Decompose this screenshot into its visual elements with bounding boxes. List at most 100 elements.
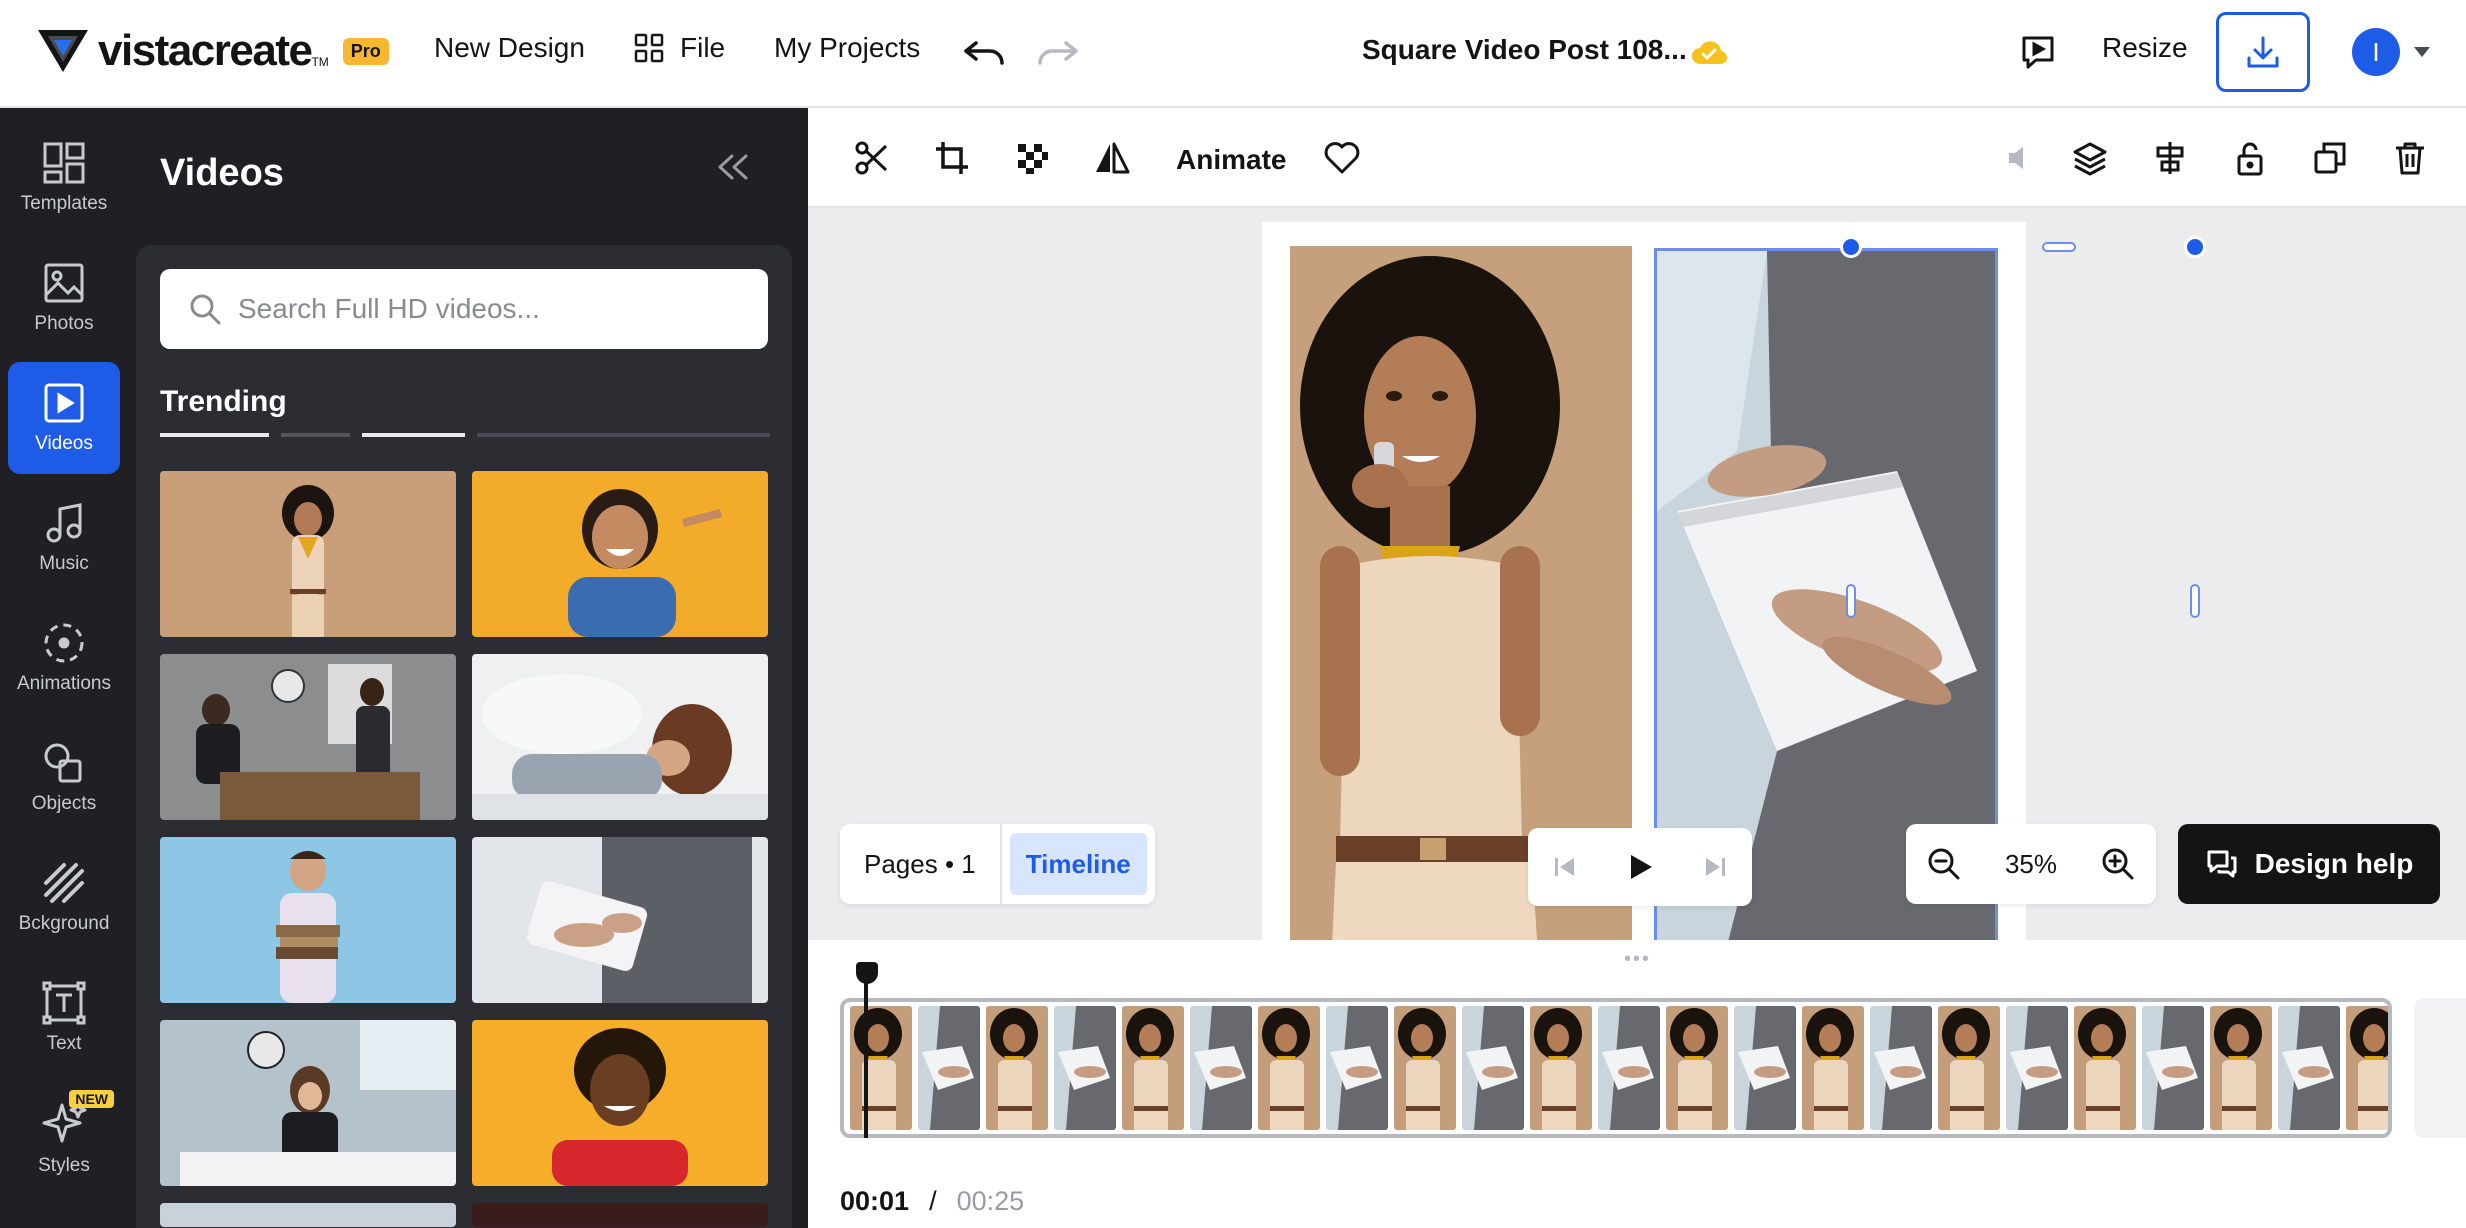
- resize-handle-top-left[interactable]: [1840, 236, 1862, 258]
- double-chevron-left-icon: [718, 154, 748, 180]
- preview-button[interactable]: [2018, 32, 2058, 72]
- redo-icon: [1038, 41, 1078, 65]
- design-help-button[interactable]: Design help: [2178, 824, 2440, 904]
- previous-row-edge: [160, 433, 770, 439]
- document-title[interactable]: Square Video Post 108...: [1362, 34, 1687, 66]
- zoom-out-icon[interactable]: [1926, 846, 1962, 882]
- resize-handle-right[interactable]: [2190, 584, 2200, 618]
- download-button[interactable]: [2216, 12, 2310, 92]
- timeline-resize-grip[interactable]: •••: [1624, 948, 1651, 971]
- skip-forward-icon[interactable]: [1702, 854, 1728, 880]
- video-thumbnail[interactable]: [472, 1020, 768, 1186]
- align-icon: [2156, 142, 2184, 174]
- resize-handle-top[interactable]: [2042, 242, 2076, 252]
- timeline-frame: [2346, 1006, 2388, 1130]
- rail-item-music[interactable]: Music: [8, 482, 120, 594]
- avatar[interactable]: I: [2352, 28, 2400, 76]
- timeline-panel: ••• 00:01 / 00:25: [808, 940, 2466, 1228]
- redo-button[interactable]: [1034, 36, 1082, 72]
- cloud-saved-icon: [1690, 36, 1728, 68]
- timeline-frame: [2006, 1006, 2068, 1130]
- rail-item-photos[interactable]: Photos: [8, 242, 120, 354]
- playhead[interactable]: [864, 962, 868, 1138]
- canvas-area: Pages • 1 Timeline 35% Design help: [808, 210, 2466, 940]
- video-thumbnail[interactable]: [160, 471, 456, 637]
- video-thumbnail[interactable]: [472, 471, 768, 637]
- timeline-button[interactable]: Timeline: [1009, 833, 1147, 895]
- photos-icon: [44, 263, 84, 303]
- delete-button[interactable]: [2390, 138, 2430, 178]
- zoom-in-icon[interactable]: [2100, 846, 2136, 882]
- undo-icon: [964, 41, 1004, 65]
- new-design-button[interactable]: New Design: [434, 32, 585, 64]
- rail-item-background[interactable]: Bckground: [8, 842, 120, 954]
- logo[interactable]: vistacreate TM Pro: [38, 26, 389, 76]
- templates-icon: [43, 142, 85, 184]
- video-grid: [160, 471, 770, 1227]
- new-badge: NEW: [69, 1090, 114, 1108]
- resize-handle-top-right[interactable]: [2184, 236, 2206, 258]
- video-thumbnail[interactable]: [472, 654, 768, 820]
- volume-button[interactable]: [1998, 138, 2038, 178]
- current-time: 00:01: [840, 1186, 910, 1216]
- timeline-frame: [1258, 1006, 1320, 1130]
- resize-handle-left[interactable]: [1846, 584, 1856, 618]
- rail-label-animations: Animations: [17, 673, 111, 694]
- timeline-frame: [1734, 1006, 1796, 1130]
- video-thumbnail[interactable]: [472, 837, 768, 1003]
- playhead-handle[interactable]: [856, 962, 878, 984]
- crop-button[interactable]: [932, 138, 972, 178]
- resize-button[interactable]: Resize: [2102, 32, 2188, 64]
- rail-item-templates[interactable]: Templates: [8, 122, 120, 234]
- timeline-frame: [1870, 1006, 1932, 1130]
- skip-back-icon[interactable]: [1552, 854, 1578, 880]
- rail-label-text: Text: [46, 1033, 82, 1054]
- duplicate-button[interactable]: [2310, 138, 2350, 178]
- search-box[interactable]: [160, 269, 768, 349]
- time-readout: 00:01 / 00:25: [840, 1186, 1024, 1217]
- rail-item-text[interactable]: Text: [8, 962, 120, 1074]
- track-add-area[interactable]: [2414, 998, 2466, 1138]
- undo-button[interactable]: [960, 36, 1008, 72]
- video-thumbnail-partial[interactable]: [472, 1203, 768, 1227]
- video-thumbnail[interactable]: [160, 654, 456, 820]
- account-chevron-down-icon[interactable]: [2410, 42, 2434, 62]
- video-thumbnail[interactable]: [160, 1020, 456, 1186]
- layers-icon: [2073, 142, 2107, 176]
- file-menu-button[interactable]: File: [634, 32, 725, 64]
- transparency-button[interactable]: [1012, 138, 1052, 178]
- video-thumbnail-partial[interactable]: [160, 1203, 456, 1227]
- flip-button[interactable]: [1092, 138, 1132, 178]
- trim-button[interactable]: [852, 138, 892, 178]
- my-projects-button[interactable]: My Projects: [774, 32, 920, 64]
- resize-label: Resize: [2102, 32, 2188, 63]
- layers-button[interactable]: [2070, 138, 2110, 178]
- timeline-frame: [2278, 1006, 2340, 1130]
- preview-icon: [2022, 36, 2054, 69]
- timeline-frame: [2074, 1006, 2136, 1130]
- new-design-label: New Design: [434, 32, 585, 63]
- logo-text: vistacreate: [98, 26, 313, 75]
- rail-item-objects[interactable]: Objects: [8, 722, 120, 834]
- rail-label-background: Bckground: [18, 913, 110, 934]
- pro-badge: Pro: [342, 37, 389, 65]
- music-icon: [46, 503, 82, 543]
- unlock-icon: [2237, 142, 2263, 176]
- rail-item-videos[interactable]: Videos: [8, 362, 120, 474]
- animate-button[interactable]: Animate: [1176, 144, 1286, 176]
- zoom-level: 35%: [2004, 848, 2058, 879]
- pages-button[interactable]: Pages • 1: [840, 824, 1002, 904]
- lock-button[interactable]: [2230, 138, 2270, 178]
- rail-item-styles[interactable]: NEW Styles: [8, 1082, 120, 1194]
- timeline-frame: [1598, 1006, 1660, 1130]
- search-input[interactable]: [238, 293, 718, 325]
- video-track[interactable]: [840, 998, 2392, 1138]
- text-icon: [42, 981, 86, 1025]
- timeline-frame: [1462, 1006, 1524, 1130]
- rail-item-animations[interactable]: Animations: [8, 602, 120, 714]
- collapse-panel-button[interactable]: [716, 152, 750, 187]
- video-thumbnail[interactable]: [160, 837, 456, 1003]
- favorite-button[interactable]: [1322, 138, 1362, 178]
- align-button[interactable]: [2150, 138, 2190, 178]
- play-icon[interactable]: [1625, 852, 1655, 882]
